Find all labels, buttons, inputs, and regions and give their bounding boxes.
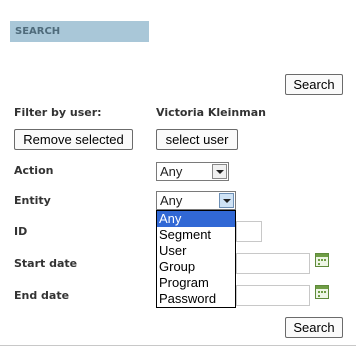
start-date-input[interactable] bbox=[236, 253, 310, 274]
dropdown-option[interactable]: Group bbox=[157, 259, 235, 275]
dropdown-option[interactable]: Any bbox=[157, 211, 235, 227]
bottom-divider bbox=[0, 345, 356, 346]
panel-header: SEARCH bbox=[10, 21, 149, 42]
dropdown-option[interactable]: User bbox=[157, 243, 235, 259]
filter-by-user-label: Filter by user: bbox=[14, 106, 102, 119]
entity-select[interactable]: Any bbox=[156, 191, 236, 210]
search-button-bottom[interactable]: Search bbox=[285, 317, 343, 338]
id-label: ID bbox=[14, 225, 28, 238]
entity-selected-value: Any bbox=[160, 193, 183, 208]
dropdown-option[interactable]: Segment bbox=[157, 227, 235, 243]
dropdown-option[interactable]: Password bbox=[157, 291, 235, 307]
action-select[interactable]: Any bbox=[156, 162, 229, 181]
selected-user-name: Victoria Kleinman bbox=[156, 106, 266, 119]
end-date-label: End date bbox=[14, 289, 70, 302]
chevron-down-icon[interactable] bbox=[219, 193, 234, 208]
action-label: Action bbox=[14, 164, 54, 177]
panel-title: SEARCH bbox=[15, 26, 61, 37]
calendar-icon[interactable] bbox=[315, 285, 329, 299]
dropdown-option[interactable]: Program bbox=[157, 275, 235, 291]
search-button-top[interactable]: Search bbox=[285, 74, 343, 95]
remove-selected-button[interactable]: Remove selected bbox=[14, 129, 133, 150]
chevron-down-icon[interactable] bbox=[212, 164, 227, 179]
action-selected-value: Any bbox=[160, 164, 183, 179]
end-date-input[interactable] bbox=[236, 285, 310, 306]
select-user-button[interactable]: select user bbox=[156, 129, 238, 150]
start-date-label: Start date bbox=[14, 257, 78, 270]
calendar-icon[interactable] bbox=[315, 253, 329, 267]
entity-label: Entity bbox=[14, 194, 51, 207]
entity-dropdown-list: Any Segment User Group Program Password bbox=[156, 210, 236, 308]
id-input[interactable] bbox=[236, 221, 262, 242]
